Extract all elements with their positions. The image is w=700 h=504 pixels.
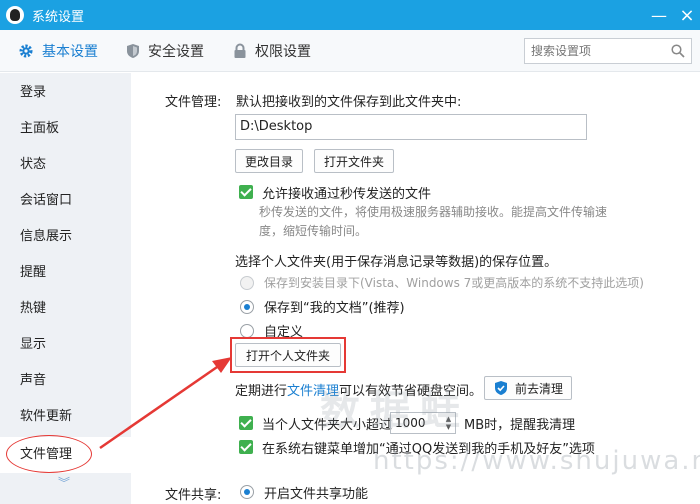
save-location-desc: 默认把接收到的文件保存到此文件夹中: [236, 95, 462, 110]
search-input[interactable] [531, 40, 669, 62]
minimize-button[interactable]: — [644, 0, 674, 30]
radio-install-dir [240, 276, 254, 290]
allow-fast-transfer-label: 允许接收通过秒传发送的文件 [262, 187, 432, 202]
sidebar-item-login[interactable]: 登录 [0, 75, 131, 111]
sidebar-item-reminder[interactable]: 提醒 [0, 255, 131, 291]
sidebar-item-status[interactable]: 状态 [0, 147, 131, 183]
window-title: 系统设置 [32, 9, 85, 25]
search-box [524, 38, 692, 64]
shield-check-icon [495, 381, 507, 395]
settings-content: 文件管理: 默认把接收到的文件保存到此文件夹中: D:\Desktop 更改目录… [131, 73, 700, 504]
tab-label: 安全设置 [148, 43, 204, 60]
sidebar-item-display[interactable]: 显示 [0, 327, 131, 363]
personal-folder-desc: 选择个人文件夹(用于保存消息记录等数据)的保存位置。 [235, 255, 558, 270]
size-warn-checkbox[interactable] [239, 416, 253, 430]
sidebar-item-hotkey[interactable]: 热键 [0, 291, 131, 327]
sidebar-item-chat-window[interactable]: 会话窗口 [0, 183, 131, 219]
open-folder-button[interactable]: 打开文件夹 [314, 149, 394, 173]
enable-file-share-label: 开启文件共享功能 [264, 487, 369, 502]
sidebar-item-sound[interactable]: 声音 [0, 363, 131, 399]
radio-my-documents-label: 保存到“我的文档”(推荐) [264, 301, 405, 316]
search-icon[interactable] [671, 44, 685, 58]
annotation-ellipse [6, 435, 92, 473]
gear-icon [19, 44, 33, 57]
shield-icon [127, 43, 139, 58]
title-bar: 系统设置 — × [0, 0, 700, 30]
file-mgmt-section-label: 文件管理: [165, 95, 222, 110]
sidebar-item-info-display[interactable]: 信息展示 [0, 219, 131, 255]
tab-label: 基本设置 [42, 43, 98, 60]
sidebar-item-main-panel[interactable]: 主面板 [0, 111, 131, 147]
context-menu-checkbox[interactable] [239, 440, 253, 454]
top-nav: 基本设置 安全设置 权限设置 [0, 30, 700, 72]
allow-fast-transfer-checkbox[interactable] [239, 185, 253, 199]
tab-basic-settings[interactable]: 基本设置 [18, 30, 98, 72]
radio-my-documents[interactable] [240, 300, 254, 314]
close-button[interactable]: × [672, 0, 700, 30]
chevron-down-icon[interactable]: ︾ [58, 474, 70, 491]
change-dir-button[interactable]: 更改目录 [235, 149, 303, 173]
watermark-text: 数据蛙 [320, 388, 470, 434]
tab-permission-settings[interactable]: 权限设置 [233, 30, 311, 72]
file-share-section-label: 文件共享: [165, 488, 222, 503]
radio-install-dir-label: 保存到安装目录下(Vista、Windows 7或更高版本的系统不支持此选项) [264, 276, 644, 290]
tab-security-settings[interactable]: 安全设置 [126, 30, 204, 72]
tab-label: 权限设置 [255, 43, 311, 60]
sidebar-item-software-update[interactable]: 软件更新 [0, 399, 131, 435]
open-personal-folder-button[interactable]: 打开个人文件夹 [235, 343, 341, 367]
qq-penguin-icon [6, 6, 24, 24]
go-cleanup-label: 前去清理 [515, 381, 564, 396]
size-warn-suffix: MB时，提醒我清理 [464, 418, 576, 433]
watermark-url: https://www.shujuwa.net [373, 446, 700, 476]
fast-transfer-desc-line-2: 度，缩短传输时间。 [259, 224, 368, 238]
cleanup-prefix: 定期进行 [235, 384, 288, 399]
radio-custom[interactable] [240, 324, 254, 338]
lock-icon [234, 43, 246, 58]
radio-enable-file-share[interactable] [240, 485, 254, 499]
save-path-input[interactable]: D:\Desktop [235, 114, 587, 140]
fast-transfer-desc-line-1: 秒传发送的文件，将使用极速服务器辅助接收。能提高文件传输速 [259, 205, 608, 219]
go-cleanup-button[interactable]: 前去清理 [484, 376, 572, 400]
